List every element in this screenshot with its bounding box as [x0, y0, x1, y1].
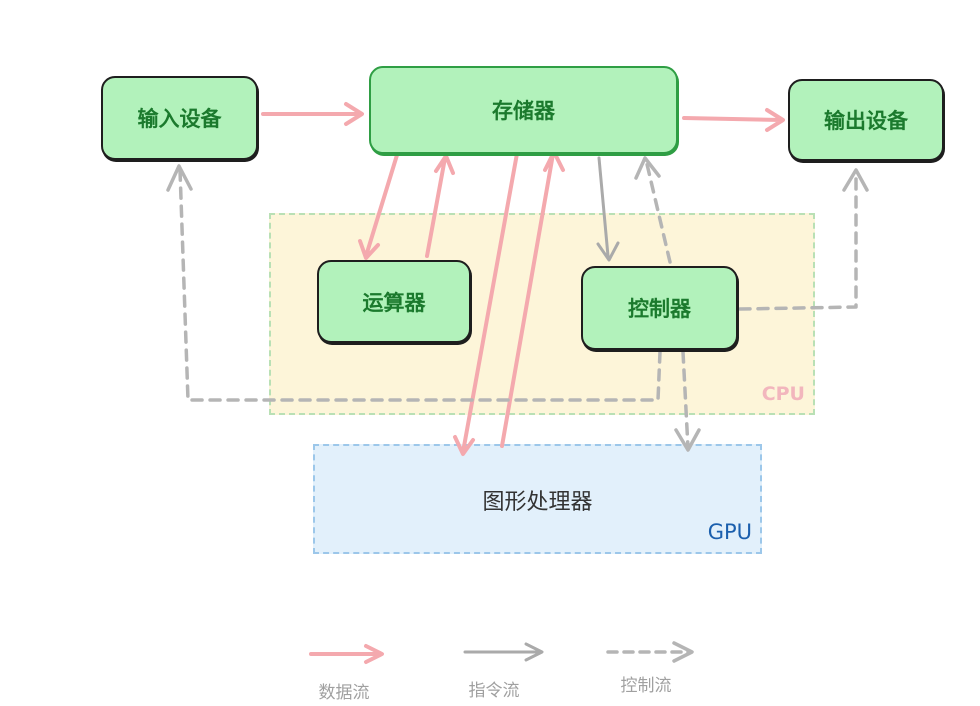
- control-flow-arrows: [178, 158, 858, 450]
- legend-instruction-flow-label: 指令流: [468, 681, 520, 701]
- memory-node: 存储器: [369, 66, 678, 154]
- arrow-memory-to-output: [682, 108, 785, 132]
- legend-data-flow-label: 数据流: [318, 683, 370, 703]
- control-unit-node: 控制器: [581, 266, 738, 350]
- instruction-flow-arrows: [596, 156, 620, 262]
- arrow-memory-to-control: [596, 156, 620, 262]
- arrow-control-to-output: [738, 170, 858, 311]
- legend-glyphs: [309, 641, 694, 664]
- arrow-memory-to-alu: [358, 153, 399, 260]
- input-device-node: 输入设备: [101, 76, 258, 160]
- control-flow-arrowheads: [166, 156, 869, 452]
- arrow-input-to-memory: [261, 102, 364, 126]
- alu-node: 运算器: [317, 260, 471, 343]
- legend-instruction-flow-icon: [463, 642, 544, 662]
- legend-control-flow-label: 控制流: [620, 676, 672, 696]
- arrow-control-to-gpu: [681, 350, 690, 450]
- arrow-alu-to-memory: [425, 154, 455, 258]
- output-device-node: 输出设备: [788, 79, 944, 161]
- legend-data-flow-icon: [309, 644, 384, 664]
